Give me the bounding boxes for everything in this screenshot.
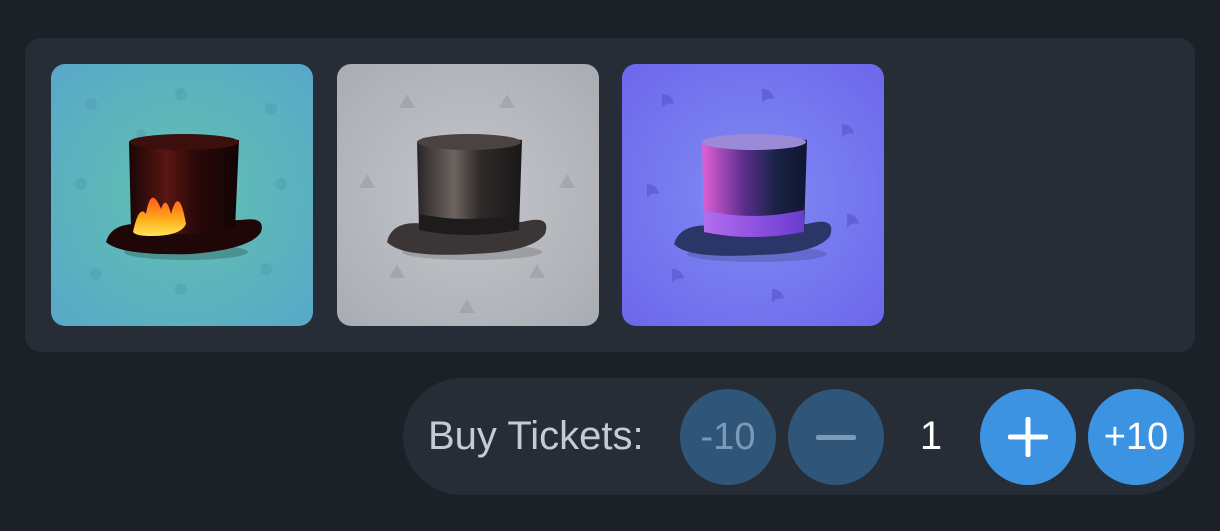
- plus-ten-label: +10: [1103, 415, 1169, 458]
- decrement-button[interactable]: [788, 389, 884, 485]
- fire-top-hat-icon: [51, 64, 313, 326]
- classic-top-hat-icon: [337, 64, 599, 326]
- ticket-quantity: 1: [919, 414, 943, 458]
- item-card-neon-top-hat[interactable]: [622, 64, 884, 326]
- item-card-classic-top-hat[interactable]: [337, 64, 599, 326]
- plus-ten-button[interactable]: +10: [1088, 389, 1184, 485]
- buy-tickets-bar: Buy Tickets: -10 1 +10: [403, 378, 1195, 495]
- buy-tickets-label: Buy Tickets:: [428, 414, 644, 458]
- neon-top-hat-icon: [622, 64, 884, 326]
- item-showcase-panel: [25, 38, 1195, 352]
- item-card-fire-top-hat[interactable]: [51, 64, 313, 326]
- increment-button[interactable]: [980, 389, 1076, 485]
- plus-icon: [1008, 417, 1048, 457]
- minus-icon: [816, 434, 856, 440]
- minus-ten-label: -10: [700, 415, 756, 458]
- minus-ten-button[interactable]: -10: [680, 389, 776, 485]
